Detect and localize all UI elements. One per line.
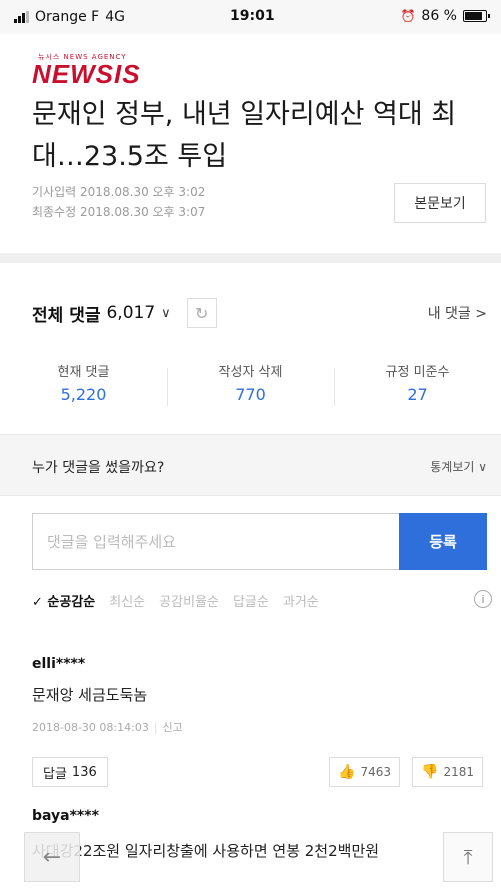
status-bar-right: ⏰ 86 % xyxy=(400,8,490,24)
comment-stats: 현재 댓글 5,220 작성자 삭제 770 규정 미준수 27 xyxy=(0,362,501,406)
sort-sympathy[interactable]: ✓ 순공감순 xyxy=(32,591,95,610)
modified-label: 최종수정 xyxy=(32,205,77,219)
dislike-button[interactable]: 👎 2181 xyxy=(412,757,483,787)
article-meta: 기사입력 2018.08.30 오후 3:02 최종수정 2018.08.30 … xyxy=(32,182,205,222)
stat-value: 27 xyxy=(407,385,428,404)
info-icon[interactable]: i xyxy=(474,590,492,608)
signal-icon xyxy=(14,11,29,23)
like-count: 7463 xyxy=(360,765,391,779)
stats-toggle[interactable]: 통계보기 ∨ xyxy=(430,458,487,475)
modified-row: 최종수정 2018.08.30 오후 3:07 xyxy=(32,202,205,222)
comments-title: 전체 댓글 xyxy=(32,305,101,326)
stat-label: 현재 댓글 xyxy=(57,365,110,380)
published-date: 2018.08.30 오후 3:02 xyxy=(80,185,206,199)
comment-input[interactable] xyxy=(33,514,401,569)
network-label: 4G xyxy=(105,9,125,25)
refresh-icon[interactable]: ↻ xyxy=(186,298,217,328)
comment-form: 등록 xyxy=(32,513,487,570)
newsis-logo[interactable]: 뉴시스 NEWS AGENCY NEWSIS xyxy=(32,52,141,89)
modified-date: 2018.08.30 오후 3:07 xyxy=(80,205,206,219)
sort-replies[interactable]: 답글순 xyxy=(233,591,269,610)
sort-oldest[interactable]: 과거순 xyxy=(283,591,319,610)
published-label: 기사입력 xyxy=(32,185,77,199)
status-bar-left: Orange F 4G xyxy=(14,9,125,25)
dislike-count: 2181 xyxy=(443,765,474,779)
logo-wordmark: NEWSIS xyxy=(32,59,141,89)
stat-value: 770 xyxy=(235,385,266,404)
clock: 19:01 xyxy=(230,8,275,24)
reply-count: 136 xyxy=(71,764,97,780)
comments-header: 전체 댓글 6,017 ∨ ↻ xyxy=(32,298,217,328)
who-wrote-text: 누가 댓글을 썼을까요? xyxy=(32,460,165,476)
reply-label: 답글 xyxy=(43,766,67,782)
sort-options: ✓ 순공감순 최신순 공감비율순 답글순 과거순 i xyxy=(32,590,492,610)
comment-item: elli**** 문재앙 세금도둑놈 2018-08-30 08:14:03 | 신… xyxy=(32,656,487,787)
carrier-label: Orange F xyxy=(35,9,100,25)
comment-username[interactable]: baya**** xyxy=(32,808,492,824)
battery-fill xyxy=(465,12,482,20)
stat-current: 현재 댓글 5,220 xyxy=(0,362,167,406)
thumbs-down-icon: 👎 xyxy=(421,764,439,780)
stat-label: 규정 미준수 xyxy=(385,365,450,380)
alarm-clock-icon: ⏰ xyxy=(400,9,416,23)
stat-label: 작성자 삭제 xyxy=(218,365,283,380)
battery-icon xyxy=(463,10,490,22)
comments-count[interactable]: 6,017 xyxy=(106,303,155,323)
comment-username[interactable]: elli**** xyxy=(32,656,487,672)
report-link[interactable]: 신고 xyxy=(163,721,183,734)
sort-latest[interactable]: 최신순 xyxy=(109,591,145,610)
battery-percent: 86 % xyxy=(421,8,457,24)
published-row: 기사입력 2018.08.30 오후 3:02 xyxy=(32,182,205,202)
stat-violations: 규정 미준수 27 xyxy=(334,362,501,406)
stat-deleted: 작성자 삭제 770 xyxy=(167,362,334,406)
comment-text: 사대강22조원 일자리창출에 사용하면 연봉 2천2백만원 xyxy=(32,842,380,860)
who-wrote-bar[interactable]: 누가 댓글을 썼을까요? 통계보기 ∨ xyxy=(0,434,501,496)
article-headline: 문재인 정부, 내년 일자리예산 역대 최대…23.5조 투입 xyxy=(32,99,457,172)
thumbs-up-icon: 👍 xyxy=(338,764,356,780)
comment-meta: 2018-08-30 08:14:03 | 신고 xyxy=(32,721,183,734)
arrow-left-icon[interactable]: ← xyxy=(24,832,80,882)
comment-item: baya**** 사대강22조원 일자리창출에 사용하면 연봉 2천2백만원 xyxy=(32,808,492,861)
stat-value: 5,220 xyxy=(60,385,107,404)
sort-ratio[interactable]: 공감비율순 xyxy=(159,591,219,610)
reply-button[interactable]: 답글 136 xyxy=(32,757,108,787)
arrow-up-to-top-icon[interactable]: ⤒ xyxy=(443,832,493,882)
my-comments-link[interactable]: 내 댓글 > xyxy=(428,303,487,323)
status-bar: Orange F 4G 19:01 ⏰ 86 % xyxy=(0,0,501,34)
like-button[interactable]: 👍 7463 xyxy=(329,757,400,787)
comment-date: 2018-08-30 08:14:03 xyxy=(32,721,149,734)
submit-comment-button[interactable]: 등록 xyxy=(399,513,487,570)
comment-text: 문재앙 세금도둑놈 xyxy=(32,686,148,704)
section-divider xyxy=(0,253,501,263)
view-original-button[interactable]: 본문보기 xyxy=(394,183,486,223)
chevron-down-icon[interactable]: ∨ xyxy=(161,306,171,321)
